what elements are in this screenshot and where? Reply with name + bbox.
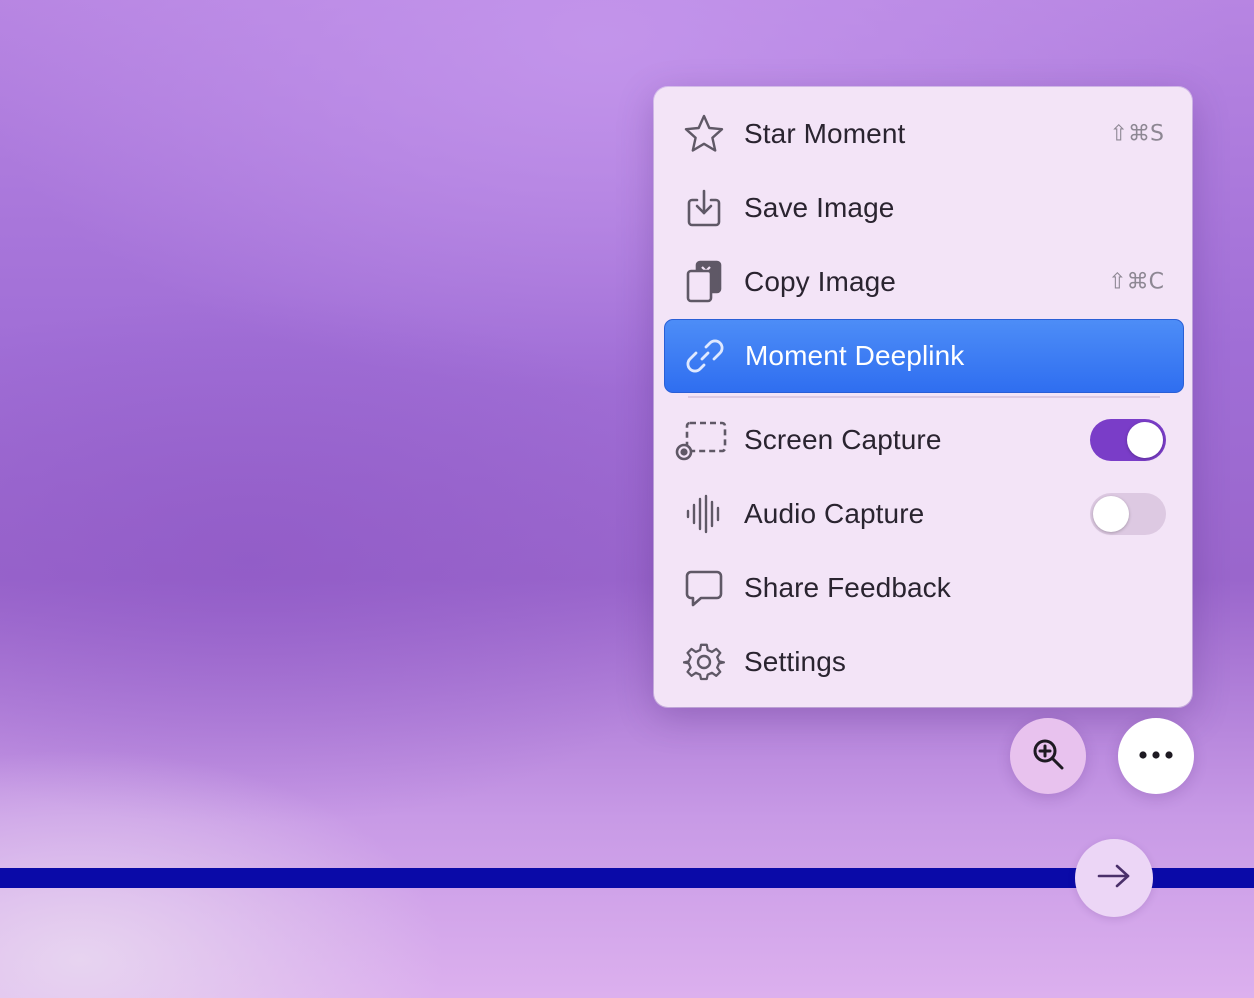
next-button[interactable] bbox=[1075, 839, 1153, 917]
zoom-in-icon bbox=[1030, 736, 1066, 777]
menu-item-share-feedback[interactable]: Share Feedback bbox=[664, 551, 1184, 625]
download-icon bbox=[682, 186, 726, 230]
menu-item-label: Share Feedback bbox=[744, 572, 951, 603]
star-icon bbox=[682, 112, 726, 156]
menu-item-star-moment[interactable]: Star Moment ⇧⌘S bbox=[664, 97, 1184, 171]
desktop-background: Star Moment ⇧⌘S Save Image Copy Image ⇧⌘… bbox=[0, 0, 1254, 998]
menu-item-label: Screen Capture bbox=[744, 424, 942, 455]
context-menu: Star Moment ⇧⌘S Save Image Copy Image ⇧⌘… bbox=[654, 87, 1192, 707]
menu-item-copy-image[interactable]: Copy Image ⇧⌘C bbox=[664, 245, 1184, 319]
screen-capture-toggle[interactable] bbox=[1090, 419, 1166, 461]
keyboard-shortcut: ⇧⌘C bbox=[1108, 269, 1164, 295]
menu-item-label: Settings bbox=[744, 646, 846, 677]
screen-capture-icon bbox=[674, 418, 730, 462]
audio-capture-toggle[interactable] bbox=[1090, 493, 1166, 535]
ellipsis-icon bbox=[1138, 747, 1174, 765]
menu-separator bbox=[688, 396, 1160, 398]
menu-item-label: Save Image bbox=[744, 192, 895, 223]
copy-icon bbox=[682, 260, 726, 304]
link-icon bbox=[683, 334, 727, 378]
keyboard-shortcut: ⇧⌘S bbox=[1109, 121, 1164, 147]
menu-item-save-image[interactable]: Save Image bbox=[664, 171, 1184, 245]
menu-item-screen-capture[interactable]: Screen Capture bbox=[664, 403, 1184, 477]
more-options-button[interactable] bbox=[1118, 718, 1194, 794]
zoom-button[interactable] bbox=[1010, 718, 1086, 794]
speech-bubble-icon bbox=[682, 566, 726, 610]
toggle-knob bbox=[1127, 422, 1163, 458]
gear-icon bbox=[682, 640, 726, 684]
menu-item-label: Moment Deeplink bbox=[745, 340, 965, 371]
menu-item-label: Audio Capture bbox=[744, 498, 925, 529]
menu-item-audio-capture[interactable]: Audio Capture bbox=[664, 477, 1184, 551]
toggle-knob bbox=[1093, 496, 1129, 532]
menu-item-label: Star Moment bbox=[744, 118, 906, 149]
menu-item-label: Copy Image bbox=[744, 266, 896, 297]
arrow-right-icon bbox=[1096, 862, 1132, 895]
menu-item-settings[interactable]: Settings bbox=[664, 625, 1184, 699]
timeline-bar[interactable] bbox=[0, 868, 1254, 888]
menu-item-moment-deeplink[interactable]: Moment Deeplink bbox=[664, 319, 1184, 393]
waveform-icon bbox=[682, 492, 726, 536]
